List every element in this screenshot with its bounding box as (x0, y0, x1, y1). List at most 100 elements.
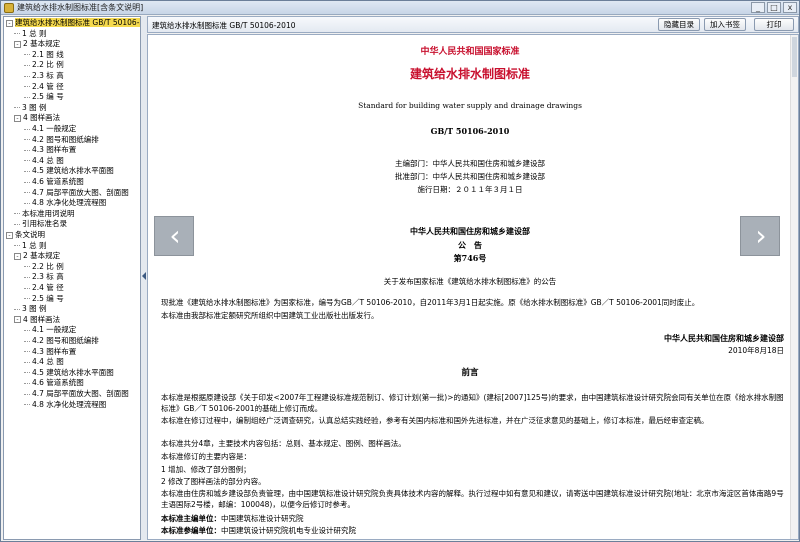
effective-date: 施行日期：２０１１年３月１日 (417, 185, 523, 194)
toc-item[interactable]: - 条文说明 (6, 230, 45, 240)
vertical-scrollbar[interactable] (790, 35, 798, 539)
scrollbar-thumb[interactable] (792, 37, 797, 77)
collapse-toggle-icon[interactable]: - (14, 40, 21, 48)
collapse-toggle-icon[interactable]: - (14, 114, 21, 122)
editor-dept: 主编部门：中华人民共和国住房和城乡建设部 (395, 159, 545, 168)
collapse-toggle-icon[interactable]: - (14, 252, 21, 260)
add-bookmark-button[interactable]: 加入书签 (704, 18, 746, 31)
toc-item[interactable]: 2.1 图 线 (24, 50, 64, 60)
chief-unit-value: 中国建筑标准设计研究院 (221, 514, 304, 523)
print-button[interactable]: 打印 (754, 18, 794, 31)
toc-item-label: 4.8 水净化处理流程图 (32, 399, 107, 409)
hide-toc-button[interactable]: 隐藏目录 (658, 18, 700, 31)
toc-item[interactable]: 2.5 编 号 (24, 92, 64, 102)
close-button[interactable]: x (783, 2, 797, 13)
toc-item-label: 2.3 标 高 (32, 272, 64, 282)
toc-item[interactable]: -2 基本规定 (14, 39, 60, 49)
toc-item[interactable]: 4.2 图号和图纸编排 (24, 336, 99, 346)
toc-item[interactable]: 本标准用词说明 (14, 209, 75, 219)
toc-item[interactable]: 4.4 总 图 (24, 357, 64, 367)
toc-item[interactable]: 4.8 水净化处理流程图 (24, 198, 106, 208)
minimize-button[interactable]: _ (751, 2, 765, 13)
toc-item-label: 4 图样画法 (23, 314, 61, 324)
toc-item-label: 2 基本规定 (23, 39, 61, 49)
tree-connector (24, 64, 30, 66)
next-page-button[interactable]: › (740, 216, 780, 256)
tree-connector (24, 75, 30, 77)
announcement-title: 关于发布国家标准《建筑给水排水制图标准》的公告 (383, 277, 557, 286)
toc-item[interactable]: 4.6 管道系统图 (24, 378, 84, 388)
toc-item[interactable]: 4.5 建筑给水排水平面图 (24, 368, 114, 378)
toc-item-label: 2.4 管 径 (32, 81, 64, 91)
toc-item[interactable]: 2.2 比 例 (24, 262, 64, 272)
toc-item[interactable]: 2.4 管 径 (24, 283, 64, 293)
toc-item-label: 4.1 一般规定 (32, 124, 77, 133)
toc-item-label: 2.5 编 号 (32, 293, 64, 303)
tree-connector (14, 223, 20, 225)
tree-connector (14, 107, 20, 109)
toc-item-label: 4.8 水净化处理流程图 (32, 198, 107, 208)
signature-org: 中华人民共和国住房和城乡建设部 (664, 334, 784, 343)
toc-item[interactable]: 4.3 图样布置 (24, 145, 76, 155)
tree-connector (24, 372, 30, 374)
tree-connector (24, 86, 30, 88)
toc-item[interactable]: -2 基本规定 (14, 251, 60, 261)
chevron-left-icon: ‹ (169, 219, 181, 252)
toc-item-label: 4.4 总 图 (32, 155, 64, 165)
tree-connector (24, 202, 30, 204)
standard-title-en: Standard for building water supply and d… (358, 101, 582, 110)
toc-item[interactable]: 4.2 图号和图纸编排 (24, 135, 99, 145)
tree-connector (24, 340, 30, 342)
toc-item-label: 条文说明 (15, 230, 45, 239)
collapse-toggle-icon[interactable]: - (6, 231, 13, 239)
toc-item[interactable]: 4.1 一般规定 (24, 325, 76, 335)
toc-item-label: 2.3 标 高 (32, 71, 64, 80)
toc-item[interactable]: 3 图 例 (14, 304, 47, 314)
tree-connector (24, 298, 30, 300)
toc-item[interactable]: 4.7 局部平面放大图、剖面图 (24, 389, 129, 399)
toc-item-label: 3 图 例 (22, 304, 47, 314)
toc-item[interactable]: 2.4 管 径 (24, 82, 64, 92)
toc-item[interactable]: 1 总 则 (14, 241, 47, 251)
toc-item[interactable]: 2.5 编 号 (24, 294, 64, 304)
chief-unit-line: 本标准主编单位：中国建筑标准设计研究院 (161, 513, 785, 524)
toc-item[interactable]: 引用标准名录 (14, 219, 67, 229)
toc-item[interactable]: -建筑给水排水制图标准 GB/T 50106-2010 (6, 18, 140, 28)
prev-page-button[interactable]: ‹ (154, 216, 194, 256)
foreword-heading: 前言 (461, 368, 479, 378)
toc-item[interactable]: 4.8 水净化处理流程图 (24, 400, 106, 410)
document-view: 中华人民共和国国家标准 建筑给水排水制图标准 Standard for buil… (147, 34, 799, 540)
foreword-paragraph-2: 本标准在修订过程中，编制组经广泛调查研究，认真总结实践经验，参考有关国内标准和国… (161, 416, 709, 425)
toc-item[interactable]: 2.3 标 高 (24, 272, 64, 282)
toc-item-label: 2.4 管 径 (32, 283, 64, 292)
toc-item-label: 4.3 图样布置 (32, 346, 77, 356)
tree-connector (24, 351, 30, 353)
window-title: 建筑给水排水制图标准[含条文说明] (17, 3, 144, 12)
toc-item[interactable]: 1 总 则 (14, 29, 47, 39)
toc-item[interactable]: 4.1 一般规定 (24, 124, 76, 134)
toc-item[interactable]: -4 图样画法 (14, 113, 60, 123)
collapse-toggle-icon[interactable]: - (6, 19, 13, 27)
toc-item-label: 4.7 局部平面放大图、剖面图 (32, 389, 129, 398)
chevron-right-icon: › (755, 219, 767, 252)
collapse-arrow-icon[interactable] (142, 272, 146, 280)
collapse-toggle-icon[interactable]: - (14, 316, 21, 324)
toc-item[interactable]: 2.3 标 高 (24, 71, 64, 81)
toc-item[interactable]: 4.6 管道系统图 (24, 177, 84, 187)
toc-item[interactable]: 2.2 比 例 (24, 60, 64, 70)
toc-item-label: 1 总 则 (22, 28, 47, 38)
toc-item[interactable]: 4.4 总 图 (24, 156, 64, 166)
toc-item[interactable]: 4.7 局部平面放大图、剖面图 (24, 188, 129, 198)
tree-connector (14, 308, 20, 310)
tree-connector (24, 329, 30, 331)
tree-connector (24, 404, 30, 406)
toc-item[interactable]: 4.3 图样布置 (24, 347, 76, 357)
toc-item[interactable]: -4 图样画法 (14, 315, 60, 325)
toc-item[interactable]: 3 图 例 (14, 103, 47, 113)
chief-unit-label: 本标准主编单位： (161, 514, 221, 523)
toc-item[interactable]: 4.5 建筑给水排水平面图 (24, 166, 114, 176)
tree-connector (24, 266, 30, 268)
document-title: 建筑给水排水制图标准 GB/T 50106-2010 (152, 21, 296, 30)
toc-item-label: 4.4 总 图 (32, 357, 64, 367)
maximize-button[interactable]: □ (767, 2, 781, 13)
